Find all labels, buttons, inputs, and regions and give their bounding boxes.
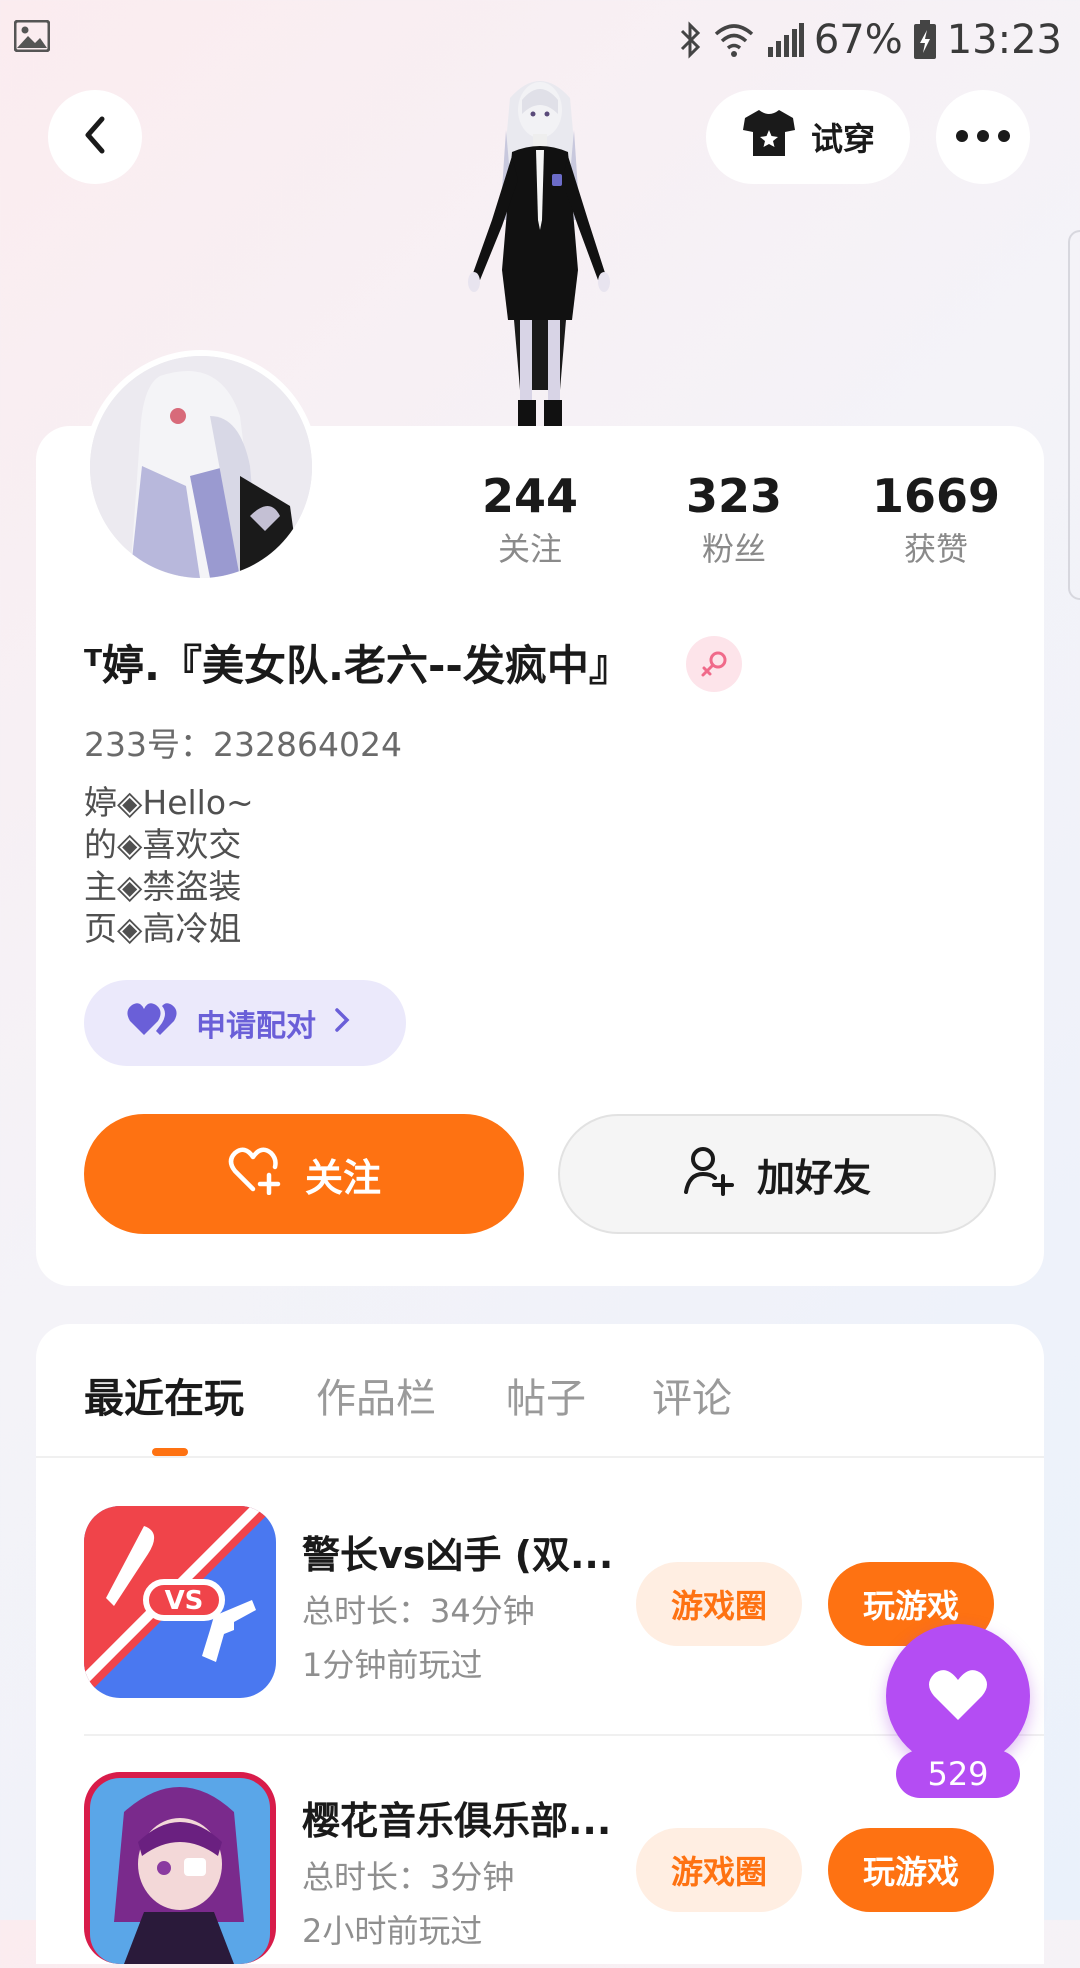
likes-count: 1669 — [871, 469, 1001, 523]
game-last-played: 1分钟前玩过 — [302, 1646, 483, 1684]
game-icon-sheriff-vs-killer[interactable]: VS — [84, 1506, 276, 1698]
game-icon-sakura-music-club[interactable] — [84, 1772, 276, 1964]
tab-comments[interactable]: 评论 — [652, 1366, 732, 1424]
game-row[interactable]: 樱花音乐俱乐部... 总时长：3分钟 2小时前玩过 游戏圈 玩游戏 — [84, 1772, 1044, 1968]
tshirt-icon — [741, 108, 797, 166]
battery-icon — [913, 20, 937, 60]
game-title: 警长vs凶手 (双... — [302, 1533, 614, 1577]
game-last-played: 2小时前玩过 — [302, 1912, 483, 1950]
svg-text:VS: VS — [165, 1586, 204, 1616]
like-floating-button[interactable] — [886, 1624, 1030, 1768]
pair-request-button[interactable]: 申请配对 — [84, 980, 406, 1066]
wifi-icon — [712, 22, 756, 58]
chevron-left-icon — [80, 115, 110, 159]
username: ᵀ婷.『美女队.老六--发疯中』 — [84, 641, 631, 690]
stat-likes[interactable]: 1669 获赞 — [846, 466, 1026, 572]
status-bar: 67% 13:23 — [0, 0, 1080, 80]
add-friend-button[interactable]: 加好友 — [558, 1114, 996, 1234]
add-friend-label: 加好友 — [756, 1155, 871, 1200]
game-circle-button[interactable]: 游戏圈 — [636, 1562, 802, 1646]
more-dots-icon — [955, 128, 1011, 147]
bio-line: 的◈喜欢交 — [84, 825, 242, 864]
try-on-label: 试穿 — [810, 120, 875, 158]
game-duration: 总时长：34分钟 — [302, 1592, 535, 1630]
heart-plus-icon — [227, 1145, 283, 1204]
divider — [36, 1456, 1044, 1458]
pair-request-label: 申请配对 — [196, 1009, 316, 1044]
gallery-icon — [13, 19, 51, 53]
chevron-right-icon — [334, 1006, 350, 1041]
scroll-indicator — [1068, 230, 1080, 600]
following-label: 关注 — [497, 530, 562, 568]
game-circle-button[interactable]: 游戏圈 — [636, 1828, 802, 1912]
followers-count: 323 — [685, 469, 783, 523]
bluetooth-icon — [678, 21, 702, 59]
tab-recent-played[interactable]: 最近在玩 — [84, 1366, 244, 1424]
game-title: 樱花音乐俱乐部... — [302, 1799, 612, 1843]
stat-followers[interactable]: 323 粉丝 — [644, 466, 824, 572]
bio-line: 页◈高冷姐 — [84, 909, 242, 948]
user-id: 233号：232864024 — [84, 725, 402, 764]
character-model[interactable] — [440, 70, 640, 426]
try-on-button[interactable]: 试穿 — [706, 90, 910, 184]
back-button[interactable] — [48, 90, 142, 184]
bio-line: 主◈禁盗装 — [84, 867, 242, 906]
female-icon — [686, 636, 742, 692]
follow-label: 关注 — [304, 1155, 381, 1200]
more-button[interactable] — [936, 90, 1030, 184]
game-duration: 总时长：3分钟 — [302, 1858, 515, 1896]
bio-line: 婷◈Hello~ — [84, 783, 254, 822]
likes-label: 获赞 — [903, 530, 968, 568]
play-game-button[interactable]: 玩游戏 — [828, 1828, 994, 1912]
tab-indicator — [152, 1448, 188, 1456]
stat-following[interactable]: 244 关注 — [440, 466, 620, 572]
heart-pair-icon — [126, 1001, 178, 1045]
bio: 婷◈Hello~ 的◈喜欢交 主◈禁盗装 页◈高冷姐 — [84, 782, 254, 950]
follow-button[interactable]: 关注 — [84, 1114, 524, 1234]
tab-posts[interactable]: 帖子 — [506, 1366, 586, 1424]
heart-icon — [926, 1666, 990, 1726]
battery-percent: 67% — [813, 17, 903, 63]
followers-label: 粉丝 — [701, 530, 766, 568]
like-count: 529 — [896, 1750, 1020, 1798]
avatar[interactable] — [84, 350, 318, 584]
tab-works[interactable]: 作品栏 — [316, 1366, 436, 1424]
signal-icon — [766, 23, 804, 57]
profile-stats: 244 关注 323 粉丝 1669 获赞 — [440, 466, 1040, 576]
clock: 13:23 — [946, 17, 1062, 63]
add-user-icon — [683, 1144, 735, 1205]
following-count: 244 — [481, 469, 579, 523]
